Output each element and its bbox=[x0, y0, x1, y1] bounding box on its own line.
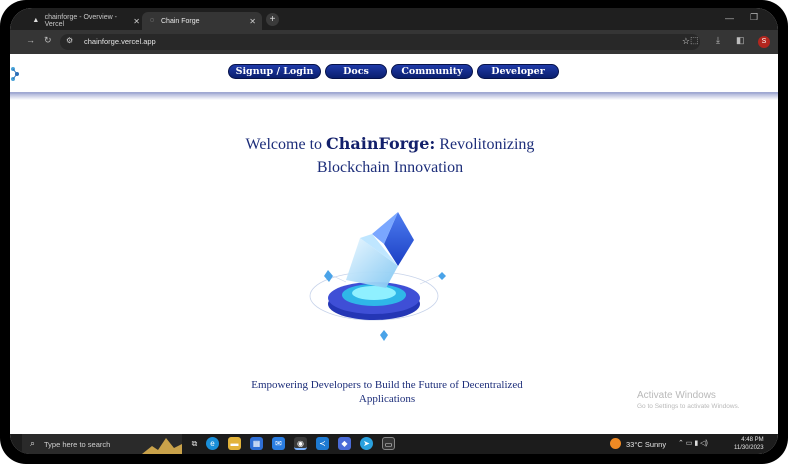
telegram-icon[interactable]: ➤ bbox=[360, 437, 373, 450]
minimize-icon[interactable]: — bbox=[725, 13, 734, 23]
screen: ▲ chainforge - Overview - Vercel ✕ ◌ Cha… bbox=[10, 8, 778, 454]
close-icon[interactable]: ✕ bbox=[249, 17, 256, 26]
tab-title: Chain Forge bbox=[161, 17, 200, 25]
header-shadow bbox=[10, 92, 778, 100]
browser-tab-strip: ▲ chainforge - Overview - Vercel ✕ ◌ Cha… bbox=[10, 8, 778, 30]
search-highlight-image bbox=[142, 438, 182, 454]
chrome-icon[interactable]: ◉ bbox=[294, 437, 307, 450]
download-icon[interactable]: ⤓ bbox=[716, 35, 720, 46]
reload-icon[interactable]: ↻ bbox=[44, 35, 52, 46]
tab-vercel-overview[interactable]: ▲ chainforge - Overview - Vercel ✕ bbox=[26, 12, 146, 30]
tab-title: chainforge - Overview - Vercel bbox=[44, 14, 117, 28]
chainforge-logo-icon[interactable] bbox=[10, 65, 22, 83]
address-url: chainforge.vercel.app bbox=[84, 37, 156, 46]
store-icon[interactable]: ▦ bbox=[250, 437, 263, 450]
watermark-title: Activate Windows bbox=[637, 390, 716, 401]
mail-icon[interactable]: ✉ bbox=[272, 437, 285, 450]
weather-sun-icon[interactable] bbox=[610, 438, 621, 449]
hero-prefix: Welcome to bbox=[245, 136, 327, 153]
clock[interactable]: 4:48 PM 11/30/2023 bbox=[734, 436, 764, 452]
maximize-icon[interactable]: ❐ bbox=[750, 12, 758, 23]
side-panel-icon[interactable]: ◧ bbox=[736, 35, 745, 46]
task-view-icon[interactable]: ⧉ bbox=[188, 437, 201, 450]
watermark-subtitle: Go to Settings to activate Windows. bbox=[637, 403, 740, 410]
hero-brand: ChainForge: bbox=[326, 134, 436, 153]
browser-toolbar: → ↻ ⚙ chainforge.vercel.app ☆ ⬚ ⤓ ◧ S bbox=[10, 30, 778, 54]
crystal-platform-illustration bbox=[309, 212, 446, 341]
forward-icon[interactable]: → bbox=[26, 35, 35, 45]
file-explorer-icon[interactable]: ▬ bbox=[228, 437, 241, 450]
clock-time: 4:48 PM bbox=[741, 437, 764, 443]
app-icon[interactable]: ◆ bbox=[338, 437, 351, 450]
main-nav: Signup / Login Docs Community Developer bbox=[228, 64, 559, 79]
docs-button[interactable]: Docs bbox=[325, 64, 387, 79]
weather-text[interactable]: 33°C Sunny bbox=[626, 440, 666, 449]
developer-button[interactable]: Developer bbox=[477, 64, 559, 79]
globe-icon: ◌ bbox=[149, 17, 155, 24]
hero-tagline: Empowering Developers to Build the Futur… bbox=[251, 379, 523, 405]
edge-icon[interactable]: e bbox=[206, 437, 219, 450]
terminal-icon[interactable]: ▭ bbox=[382, 437, 395, 450]
signup-login-button[interactable]: Signup / Login bbox=[228, 64, 321, 79]
windows-taskbar: ⌕ Type here to search ⧉ e ▬ ▦ ✉ ◉ ≺ ◆ ➤ … bbox=[10, 434, 778, 454]
site-header: Signup / Login Docs Community Developer bbox=[10, 54, 778, 94]
address-bar[interactable]: ⚙ chainforge.vercel.app ☆ bbox=[60, 34, 700, 50]
activate-windows-watermark: Activate Windows Go to Settings to activ… bbox=[637, 390, 740, 410]
community-button[interactable]: Community bbox=[391, 64, 473, 79]
search-placeholder: Type here to search bbox=[44, 440, 111, 449]
clock-date: 11/30/2023 bbox=[734, 445, 764, 451]
new-tab-button[interactable]: + bbox=[266, 13, 279, 26]
bookmark-star-icon[interactable]: ☆ bbox=[682, 36, 690, 47]
search-icon: ⌕ bbox=[30, 438, 36, 448]
tab-chain-forge[interactable]: ◌ Chain Forge ✕ bbox=[142, 12, 262, 30]
hero-heading: Welcome to ChainForge: Revolitonizing Bl… bbox=[220, 132, 560, 179]
site-settings-icon[interactable]: ⚙ bbox=[66, 36, 73, 45]
profile-avatar[interactable]: S bbox=[758, 36, 770, 48]
screen-bezel: ▲ chainforge - Overview - Vercel ✕ ◌ Cha… bbox=[0, 0, 788, 464]
extensions-icon[interactable]: ⬚ bbox=[690, 35, 699, 46]
tray-icons[interactable]: ⌃ ▭ ▮ ◁) bbox=[678, 439, 708, 447]
close-icon[interactable]: ✕ bbox=[133, 17, 140, 26]
taskbar-search-box[interactable]: ⌕ Type here to search bbox=[22, 434, 182, 454]
vscode-icon[interactable]: ≺ bbox=[316, 437, 329, 450]
vercel-triangle-icon: ▲ bbox=[32, 17, 40, 24]
